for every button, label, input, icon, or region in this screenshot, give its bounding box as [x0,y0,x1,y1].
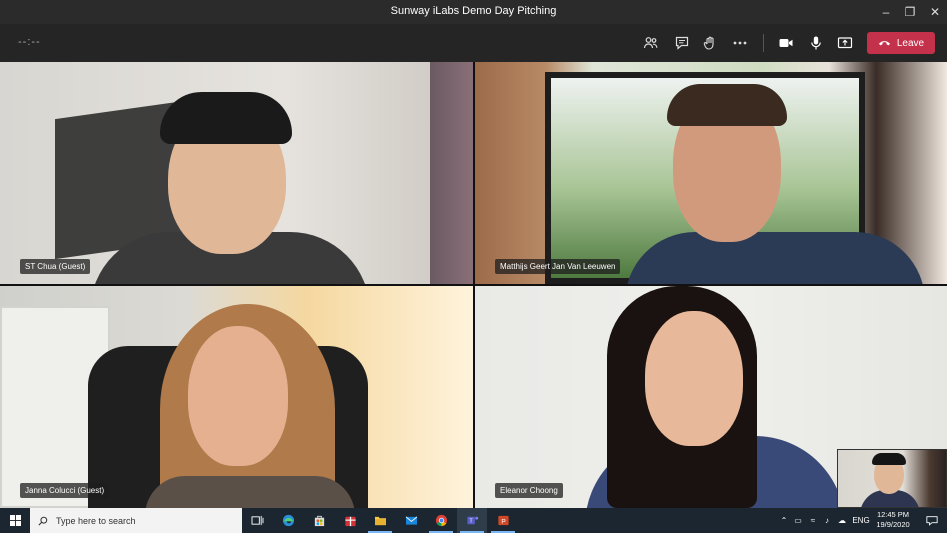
video-grid: ST Chua (Guest) Matthijs Geert Jan Van L… [0,62,947,508]
clock-date: 19/9/2020 [876,520,910,529]
video-tile-1[interactable]: ST Chua (Guest) [0,62,473,284]
meeting-toolbar: --:-- Leave [0,24,947,62]
window-title: Sunway iLabs Demo Day Pitching [390,5,557,17]
person-hair [160,92,292,144]
windows-start-icon[interactable] [0,508,30,533]
clock-time: 12:45 PM [876,510,910,519]
restore-icon[interactable]: ❐ [898,0,922,24]
leave-label: Leave [896,37,925,49]
notifications-icon[interactable] [917,508,947,533]
mail-icon[interactable] [396,508,426,533]
svg-text:P: P [501,518,505,525]
phone-hangup-icon [878,41,890,46]
camera-icon[interactable] [776,33,796,53]
search-icon [38,516,48,526]
video-tile-2[interactable]: Matthijs Geert Jan Van Leeuwen [475,62,947,284]
chrome-icon[interactable] [426,508,456,533]
participant-name-tag: ST Chua (Guest) [20,259,91,274]
microphone-icon[interactable] [806,33,826,53]
taskbar-search-box[interactable]: Type here to search [30,508,242,533]
taskbar: Type here to search T P ⌃ ▭ ≈ ♪ ☁ ENG 12… [0,508,947,533]
participant-name-tag: Eleanor Choong [495,483,563,498]
close-icon[interactable]: ✕ [923,0,947,24]
video-tile-3[interactable]: Janna Colucci (Guest) [0,286,473,508]
share-screen-icon[interactable] [835,33,855,53]
person-body [145,476,355,508]
battery-icon[interactable]: ▭ [790,516,806,525]
search-placeholder: Type here to search [56,515,136,526]
store-icon[interactable] [304,508,334,533]
chat-icon[interactable] [672,33,692,53]
volume-icon[interactable]: ♪ [820,516,834,525]
person-hair [667,84,787,126]
person-hair [872,453,906,465]
person-face [645,311,743,446]
toolbar-divider [763,34,764,52]
task-view-icon[interactable] [242,508,272,533]
title-bar: Sunway iLabs Demo Day Pitching – ❐ ✕ [0,0,947,24]
edge-browser-icon[interactable] [273,508,303,533]
powerpoint-icon[interactable]: P [488,508,518,533]
more-options-icon[interactable] [730,33,750,53]
person-body [625,232,925,284]
show-hidden-icons-icon[interactable]: ⌃ [778,516,790,525]
minimize-icon[interactable]: – [874,0,898,24]
file-explorer-icon[interactable] [365,508,395,533]
taskbar-clock[interactable]: 12:45 PM 19/9/2020 [868,510,918,530]
person-face [188,326,288,466]
system-tray: ⌃ ▭ ≈ ♪ ☁ ENG [778,508,872,533]
meeting-timer: --:-- [18,36,41,48]
participants-icon[interactable] [641,33,661,53]
leave-button[interactable]: Leave [867,32,935,54]
raise-hand-icon[interactable] [700,33,720,53]
gift-app-icon[interactable] [335,508,365,533]
svg-text:T: T [469,519,473,525]
self-view[interactable] [837,449,947,508]
curtain [430,62,473,284]
participant-name-tag: Janna Colucci (Guest) [20,483,110,498]
participant-name-tag: Matthijs Geert Jan Van Leeuwen [495,259,621,274]
onedrive-icon[interactable]: ☁ [834,516,850,525]
network-icon[interactable]: ≈ [806,516,820,525]
teams-icon[interactable]: T [457,508,487,533]
